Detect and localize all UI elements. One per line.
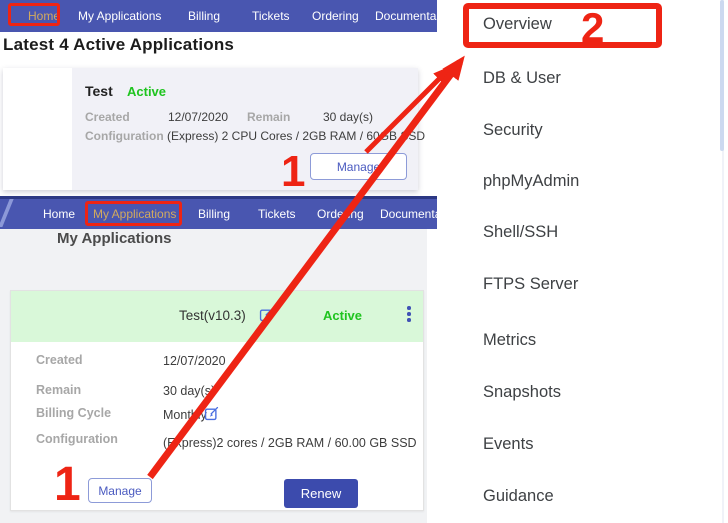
renew-button[interactable]: Renew: [284, 479, 358, 508]
edit-name-icon[interactable]: [259, 307, 274, 322]
configuration-value: (Express)2 cores / 2GB RAM / 60.00 GB SS…: [163, 436, 417, 450]
remain-value: 30 day(s): [163, 384, 215, 398]
nav-item-home[interactable]: Home: [28, 9, 60, 23]
sidebar-item-overview[interactable]: Overview: [483, 15, 552, 34]
nav-item-billing[interactable]: Billing: [188, 9, 220, 23]
sidebar-item-guidance[interactable]: Guidance: [483, 487, 554, 506]
status-badge: Active: [323, 308, 362, 323]
sidebar-item-snapshots[interactable]: Snapshots: [483, 383, 561, 402]
more-options-icon[interactable]: [403, 306, 415, 326]
sidebar-item-phpmyadmin[interactable]: phpMyAdmin: [483, 172, 579, 191]
created-value: 12/07/2020: [168, 110, 228, 124]
manage-button[interactable]: Manage: [310, 153, 407, 180]
nav-item-documentation[interactable]: Documenta: [380, 207, 441, 221]
nav-item-documentation[interactable]: Documenta: [375, 9, 436, 23]
created-label: Created: [85, 110, 130, 124]
remain-label: Remain: [36, 383, 81, 397]
app-name-version: Test(v10.3): [179, 308, 246, 323]
created-value: 12/07/2020: [163, 354, 226, 368]
application-detail-card: Test(v10.3) Active Created 12/07/2020 Re…: [10, 290, 424, 511]
sidebar-item-events[interactable]: Events: [483, 435, 533, 454]
remain-label: Remain: [247, 110, 290, 124]
nav-item-my-applications[interactable]: My Applications: [93, 207, 176, 221]
page-title: My Applications: [57, 230, 171, 247]
created-label: Created: [36, 353, 83, 367]
nav-item-ordering[interactable]: Ordering: [312, 9, 359, 23]
nav-item-tickets[interactable]: Tickets: [252, 9, 290, 23]
billing-cycle-value: Monthly: [163, 408, 207, 422]
app-name: Test: [85, 83, 113, 99]
nav-item-home[interactable]: Home: [43, 207, 75, 221]
nav-item-ordering[interactable]: Ordering: [317, 207, 364, 221]
config-value: (Express) 2 CPU Cores / 2GB RAM / 60GB S…: [167, 129, 425, 143]
top-navbar-apps-view: Home My Applications Billing Tickets Ord…: [0, 196, 437, 229]
sidebar-item-metrics[interactable]: Metrics: [483, 331, 536, 350]
manage-button[interactable]: Manage: [88, 478, 152, 503]
configuration-label: Configuration: [36, 432, 118, 446]
top-navbar-home-view: Home My Applications Billing Tickets Ord…: [0, 0, 437, 32]
application-summary-card: Test Active Created 12/07/2020 Remain 30…: [3, 68, 418, 190]
page-title: Latest 4 Active Applications: [3, 35, 234, 55]
sidebar-item-db-user[interactable]: DB & User: [483, 69, 561, 88]
status-badge: Active: [127, 84, 166, 99]
sidebar-item-security[interactable]: Security: [483, 121, 543, 140]
application-sidebar-menu: Overview DB & User Security phpMyAdmin S…: [437, 0, 728, 523]
sidebar-item-shell-ssh[interactable]: Shell/SSH: [483, 223, 558, 242]
composite-screenshot: Home My Applications Billing Tickets Ord…: [0, 0, 728, 523]
billing-cycle-label: Billing Cycle: [36, 406, 111, 420]
nav-item-my-applications[interactable]: My Applications: [78, 9, 161, 23]
config-label: Configuration: [85, 129, 164, 143]
nav-item-tickets[interactable]: Tickets: [258, 207, 296, 221]
nav-item-billing[interactable]: Billing: [198, 207, 230, 221]
scrollbar-thumb[interactable]: [720, 0, 724, 151]
sidebar-item-ftps-server[interactable]: FTPS Server: [483, 275, 578, 294]
edit-billing-cycle-icon[interactable]: [204, 406, 219, 421]
remain-value: 30 day(s): [323, 110, 373, 124]
